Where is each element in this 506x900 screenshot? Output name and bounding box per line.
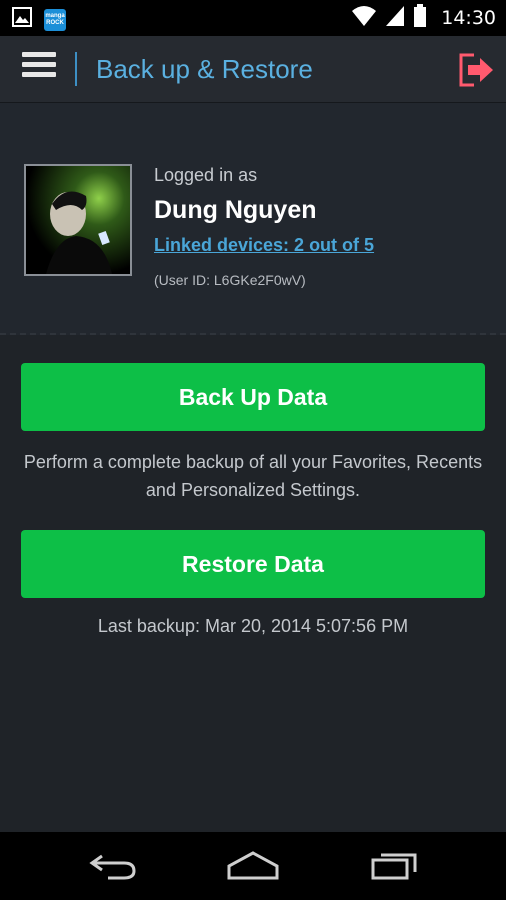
page-title: Back up & Restore (96, 54, 313, 84)
restore-data-button[interactable]: Restore Data (21, 530, 485, 598)
profile-section: Logged in as Dung Nguyen Linked devices:… (0, 103, 506, 335)
back-up-data-button[interactable]: Back Up Data (21, 363, 485, 431)
last-backup-text: Last backup: Mar 20, 2014 5:07:56 PM (97, 616, 409, 636)
logout-icon[interactable] (458, 53, 494, 87)
status-time: 14:30 (441, 7, 496, 29)
backup-description: Perform a complete backup of all your Fa… (23, 452, 483, 500)
user-name: Dung Nguyen (154, 196, 317, 224)
back-icon[interactable] (88, 850, 138, 885)
navigation-bar (0, 832, 506, 900)
backup-restore-content: Back Up Data Perform a complete backup o… (0, 335, 506, 832)
battery-icon (413, 3, 427, 33)
image-icon (12, 7, 32, 32)
avatar (24, 164, 132, 276)
home-icon[interactable] (226, 850, 280, 885)
status-bar: manga ROCK 14:30 (0, 0, 506, 36)
wifi-icon (351, 5, 377, 32)
app-bar-divider (75, 52, 77, 86)
recents-icon[interactable] (370, 850, 420, 885)
hamburger-menu-icon[interactable] (22, 52, 56, 86)
logged-in-label: Logged in as (154, 165, 258, 185)
linked-devices-link[interactable]: Linked devices: 2 out of 5 (154, 235, 374, 256)
manga-rock-icon: manga ROCK (44, 8, 66, 31)
signal-icon (385, 5, 405, 32)
user-id: (User ID: L6GKe2F0wV) (154, 272, 306, 288)
app-bar: Back up & Restore (0, 36, 506, 103)
